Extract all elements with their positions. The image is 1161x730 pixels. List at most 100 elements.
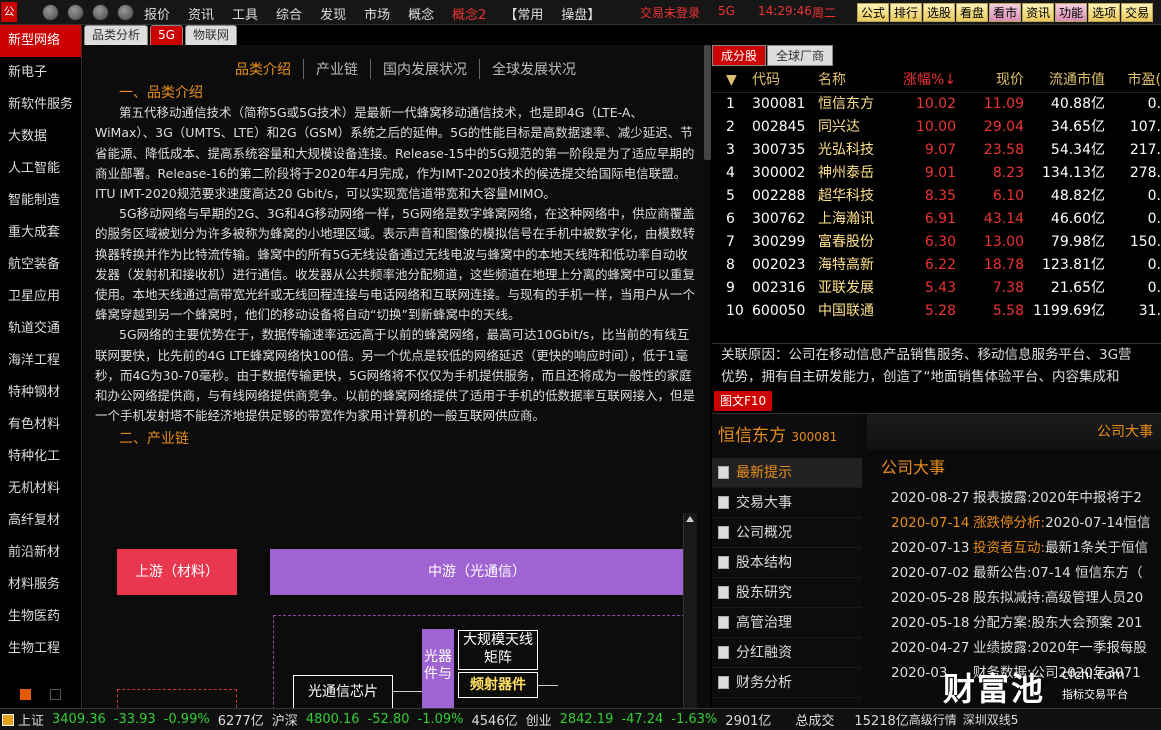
- forward-button[interactable]: [67, 4, 84, 21]
- features-button[interactable]: 功能: [1055, 3, 1088, 22]
- page-indicator[interactable]: [50, 689, 61, 700]
- sidebar-item[interactable]: 生物医药: [0, 601, 81, 633]
- tab-domestic[interactable]: 国内发展状况: [371, 59, 480, 79]
- sidebar-item[interactable]: 智能制造: [0, 185, 81, 217]
- table-row[interactable]: 4 300002 神州泰岳 9.01 8.23 134.13亿 278.: [712, 162, 1161, 185]
- table-row[interactable]: 3 300735 光弘科技 9.07 23.58 54.34亿 217.: [712, 139, 1161, 162]
- sidebar-item[interactable]: 航空装备: [0, 249, 81, 281]
- advanced-quote[interactable]: 高级行情: [909, 711, 957, 728]
- info-button[interactable]: 资讯: [1022, 3, 1055, 22]
- event-row[interactable]: 2020-07-13 投资者互动:最新1条关于恒信: [867, 536, 1161, 561]
- sidebar-item[interactable]: 特种钢材: [0, 377, 81, 409]
- app-logo[interactable]: 公: [1, 2, 17, 22]
- table-row[interactable]: 5 002288 超华科技 8.35 6.10 48.82亿 0.: [712, 185, 1161, 208]
- sidebar-item[interactable]: 重大成套: [0, 217, 81, 249]
- col-code[interactable]: 代码: [752, 67, 818, 92]
- sort-chevron-icon[interactable]: ▼: [712, 67, 752, 92]
- table-row[interactable]: 9 002316 亚联发展 5.43 7.38 21.65亿 0.: [712, 277, 1161, 300]
- sidebar-item[interactable]: 材料服务: [0, 569, 81, 601]
- event-row[interactable]: 2020-07-02 最新公告:07-14 恒信东方（: [867, 561, 1161, 586]
- table-row[interactable]: 2 002845 同兴达 10.00 29.04 34.65亿 107.: [712, 116, 1161, 139]
- table-row[interactable]: 6 300762 上海瀚讯 6.91 43.14 46.60亿 0.: [712, 208, 1161, 231]
- event-row[interactable]: 2020-05-28 股东拟减持:高级管理人员20: [867, 586, 1161, 611]
- hs-label[interactable]: 沪深: [272, 710, 298, 729]
- menu-news[interactable]: 资讯: [188, 4, 214, 23]
- event-row[interactable]: 2020-04-27 业绩披露:2020年一季报每股: [867, 636, 1161, 661]
- sidebar-item[interactable]: 前沿新材: [0, 537, 81, 569]
- sidebar-item[interactable]: 无机材料: [0, 473, 81, 505]
- f10-item-latest[interactable]: 最新提示: [712, 458, 862, 488]
- refresh-button[interactable]: [92, 4, 109, 21]
- event-row[interactable]: 2020-07-14 涨跌停分析:2020-07-14恒信: [867, 511, 1161, 536]
- watch-button[interactable]: 看盘: [956, 3, 989, 22]
- tab-constituents[interactable]: 成分股: [712, 45, 767, 66]
- tab-global[interactable]: 全球发展状况: [480, 59, 588, 79]
- cell: 11.09: [983, 96, 1024, 112]
- col-pe[interactable]: 市盈(: [1105, 67, 1161, 92]
- home-button[interactable]: [117, 4, 134, 21]
- sidebar-item-new-network[interactable]: 新型网络: [0, 25, 81, 57]
- sidebar-item[interactable]: 卫星应用: [0, 281, 81, 313]
- menu-market[interactable]: 市场: [364, 4, 390, 23]
- sidebar-item[interactable]: 轨道交通: [0, 313, 81, 345]
- f10-item[interactable]: 财务分析: [712, 668, 862, 698]
- col-change-pct[interactable]: 涨幅%↓: [894, 67, 956, 92]
- f10-item[interactable]: 股东研究: [712, 578, 862, 608]
- login-status[interactable]: 交易未登录: [640, 4, 700, 21]
- formula-button[interactable]: 公式: [857, 3, 890, 22]
- tab-iot[interactable]: 物联网: [184, 25, 237, 45]
- tab-5g[interactable]: 5G: [150, 25, 183, 45]
- diagram-scrollbar[interactable]: [683, 513, 697, 708]
- tab-global-vendors[interactable]: 全球厂商: [767, 45, 834, 66]
- trade-button[interactable]: 交易: [1121, 3, 1154, 22]
- market-view-button[interactable]: 看市: [989, 3, 1022, 22]
- page-indicator-active[interactable]: [20, 689, 31, 700]
- table-row[interactable]: 7 300299 富春股份 6.30 13.00 79.98亿 150.: [712, 231, 1161, 254]
- table-row[interactable]: 1 300081 恒信东方 10.02 11.09 40.88亿 0.: [712, 93, 1161, 116]
- event-row[interactable]: 2020-05-18 分配方案:股东大会预案 201: [867, 611, 1161, 636]
- cy-label[interactable]: 创业: [526, 710, 552, 729]
- f10-item[interactable]: 交易大事: [712, 488, 862, 518]
- menu-quote[interactable]: 报价: [144, 4, 170, 23]
- cell: 150.: [1129, 234, 1161, 250]
- sidebar-item[interactable]: 新电子: [0, 57, 81, 89]
- tab-chain[interactable]: 产业链: [304, 59, 371, 79]
- sidebar-item[interactable]: 有色材料: [0, 409, 81, 441]
- sidebar-item[interactable]: 大数据: [0, 121, 81, 153]
- scroll-up-icon[interactable]: [686, 516, 694, 522]
- table-row[interactable]: 8 002023 海特高新 6.22 18.78 123.81亿 0.: [712, 254, 1161, 277]
- connection-status[interactable]: 深圳双线5: [963, 711, 1019, 728]
- tab-category-analysis[interactable]: 品类分析: [84, 25, 149, 45]
- sidebar-item[interactable]: 高纤复材: [0, 505, 81, 537]
- menu-tools[interactable]: 工具: [232, 4, 258, 23]
- pick-stock-button[interactable]: 选股: [923, 3, 956, 22]
- sh-label[interactable]: 上证: [18, 710, 44, 729]
- event-row[interactable]: 2020-08-27 报表披露:2020年中报将于2: [867, 486, 1161, 511]
- sidebar-item[interactable]: 人工智能: [0, 153, 81, 185]
- table-row[interactable]: 10 600050 中国联通 5.28 5.58 1199.69亿 31.: [712, 300, 1161, 323]
- sidebar-item[interactable]: 特种化工: [0, 441, 81, 473]
- menu-concept[interactable]: 概念: [408, 4, 434, 23]
- sidebar-item[interactable]: 海洋工程: [0, 345, 81, 377]
- back-button[interactable]: [42, 4, 59, 21]
- f10-item[interactable]: 公司概况: [712, 518, 862, 548]
- menu-general[interactable]: 综合: [276, 4, 302, 23]
- f10-item[interactable]: 股本结构: [712, 548, 862, 578]
- article-scrollbar[interactable]: [704, 45, 711, 160]
- menu-discover[interactable]: 发现: [320, 4, 346, 23]
- f10-item[interactable]: 分红融资: [712, 638, 862, 668]
- menu-concept2[interactable]: 概念2: [452, 4, 486, 23]
- index-icon[interactable]: [2, 713, 14, 726]
- col-price[interactable]: 现价: [956, 67, 1024, 92]
- sidebar-item[interactable]: 生物工程: [0, 633, 81, 665]
- col-name[interactable]: 名称: [818, 67, 894, 92]
- tab-f10[interactable]: 图文F10: [714, 391, 773, 411]
- col-market-cap[interactable]: 流通市值: [1024, 67, 1105, 92]
- options-button[interactable]: 选项: [1088, 3, 1121, 22]
- rank-button[interactable]: 排行: [890, 3, 923, 22]
- tab-intro[interactable]: 品类介绍: [223, 59, 304, 79]
- sidebar-item[interactable]: 新软件服务: [0, 89, 81, 121]
- menu-common[interactable]: 【常用: [504, 4, 543, 23]
- menu-trade[interactable]: 操盘】: [561, 4, 600, 23]
- f10-item[interactable]: 高管治理: [712, 608, 862, 638]
